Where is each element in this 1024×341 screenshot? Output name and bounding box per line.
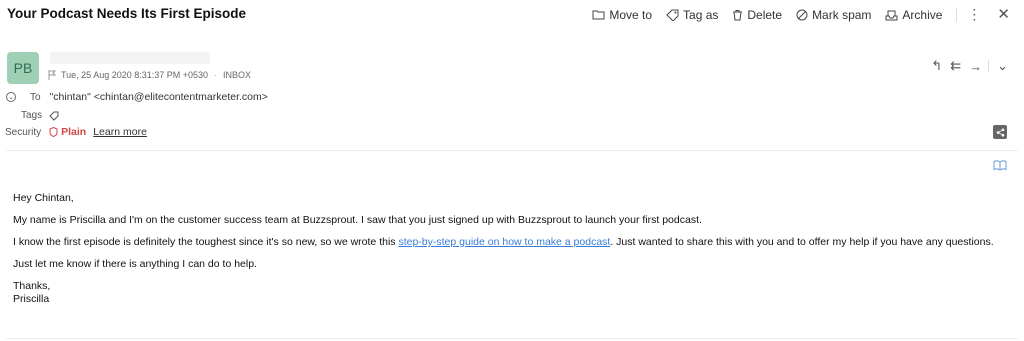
close-icon[interactable]: ✕: [997, 7, 1010, 22]
meta-separator: ·: [214, 70, 218, 80]
email-folder[interactable]: INBOX: [223, 70, 251, 80]
move-to-label: Move to: [609, 7, 653, 22]
mark-spam-label: Mark spam: [812, 7, 872, 22]
p2-text-before: I know the first episode is definitely t…: [13, 236, 399, 248]
chevron-down-icon[interactable]: ⌄: [997, 58, 1008, 74]
security-row: Security Plain Learn more: [5, 126, 147, 138]
sender-name-redacted: [50, 52, 210, 64]
email-meta: Tue, 25 Aug 2020 8:31:37 PM +0530 · INBO…: [48, 70, 251, 80]
to-row: ⌄ To "chintan" <chintan@elitecontentmark…: [6, 91, 268, 103]
email-header-bar: Your Podcast Needs Its First Episode Mov…: [0, 0, 1024, 30]
body-paragraph-2: I know the first episode is definitely t…: [13, 236, 1013, 249]
delete-label: Delete: [747, 7, 783, 22]
to-value: "chintan" <chintan@elitecontentmarketer.…: [49, 91, 268, 103]
body-paragraph-3: Just let me know if there is anything I …: [13, 258, 257, 270]
toolbar-divider: [956, 7, 958, 22]
move-to-button[interactable]: Move to: [592, 8, 652, 22]
share-icon[interactable]: [993, 125, 1007, 139]
flag-icon[interactable]: [48, 70, 56, 80]
email-body: Hey Chintan, My name is Priscilla and I'…: [13, 192, 1013, 306]
reading-mode-icon[interactable]: [993, 158, 1007, 176]
tag-as-label: Tag as: [683, 7, 719, 22]
greeting: Hey Chintan,: [13, 192, 74, 204]
archive-icon: [885, 10, 898, 20]
tag-as-button[interactable]: Tag as: [666, 8, 718, 22]
body-paragraph-1: My name is Priscilla and I'm on the cust…: [13, 214, 702, 226]
p2-text-after: . Just wanted to share this with you and…: [610, 236, 994, 248]
shield-icon: [49, 127, 58, 137]
folder-icon: [592, 10, 605, 20]
security-value: Plain: [61, 126, 87, 138]
tags-row: Tags: [21, 110, 59, 121]
mark-spam-button[interactable]: Mark spam: [796, 8, 871, 22]
forward-icon[interactable]: →: [969, 59, 982, 74]
toolbar: Move to Tag as Delete Mark spam Archive …: [578, 6, 1010, 23]
archive-label: Archive: [902, 7, 943, 22]
email-subject: Your Podcast Needs Its First Episode: [7, 6, 247, 21]
security-status: Plain: [49, 126, 86, 138]
reply-divider: [988, 60, 990, 72]
guide-link[interactable]: step-by-step guide on how to make a podc…: [398, 236, 610, 248]
reply-tools: ↰ ⇇ → ⌄: [923, 58, 1008, 74]
archive-button[interactable]: Archive: [885, 8, 942, 22]
tags-label: Tags: [21, 110, 43, 121]
tag-icon: [666, 9, 679, 21]
more-options-icon[interactable]: ⋮: [967, 6, 981, 23]
signature: Priscilla: [13, 293, 50, 305]
footer-divider: [6, 338, 1018, 339]
email-date: Tue, 25 Aug 2020 8:31:37 PM +0530: [61, 70, 209, 80]
reply-icon[interactable]: ↰: [931, 58, 942, 74]
learn-more-link[interactable]: Learn more: [93, 126, 147, 138]
to-label: To: [30, 91, 41, 103]
delete-button[interactable]: Delete: [732, 8, 782, 22]
header-divider: [6, 150, 1018, 151]
reply-all-icon[interactable]: ⇇: [950, 58, 961, 74]
expand-recipients-icon[interactable]: ⌄: [6, 92, 16, 102]
spam-icon: [796, 9, 808, 20]
closing: Thanks,: [13, 280, 51, 292]
avatar: PB: [7, 52, 39, 84]
trash-icon: [733, 9, 743, 20]
security-label: Security: [5, 126, 42, 138]
add-tag-icon[interactable]: [49, 111, 59, 121]
